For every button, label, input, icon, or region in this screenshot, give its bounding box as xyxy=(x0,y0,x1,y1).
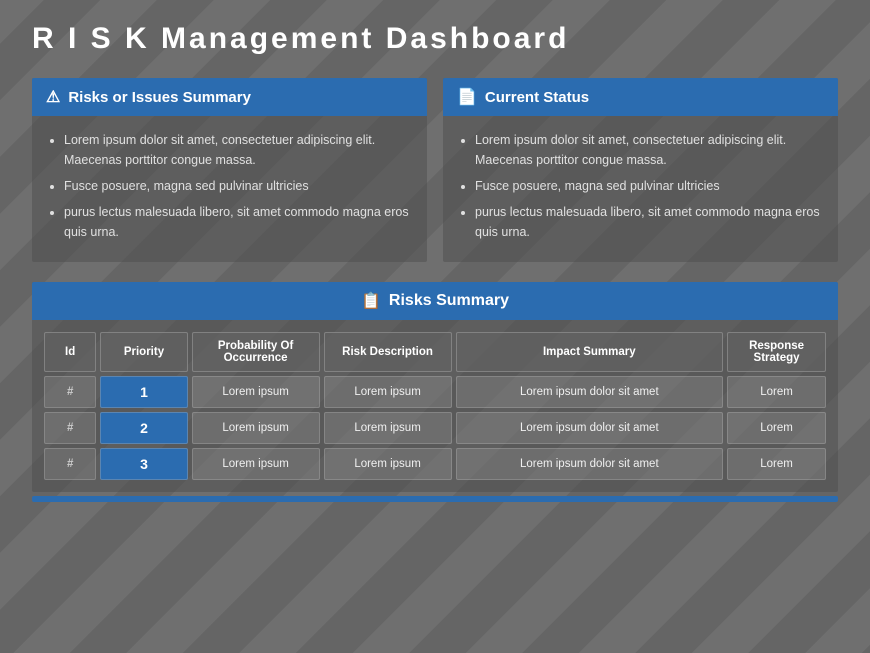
list-item: Fusce posuere, magna sed pulvinar ultric… xyxy=(64,176,411,196)
current-status-list: Lorem ipsum dolor sit amet, consectetuer… xyxy=(459,130,822,242)
risks-summary-section: 📋 Risks Summary Id Priority Probability … xyxy=(32,282,838,492)
cell-probability: Lorem ipsum xyxy=(192,376,320,408)
list-item: purus lectus malesuada libero, sit amet … xyxy=(64,202,411,242)
top-panels: ⚠ Risks or Issues Summary Lorem ipsum do… xyxy=(32,78,838,262)
document-icon: 📄 xyxy=(457,87,477,107)
clipboard-icon: 📋 xyxy=(361,291,381,311)
current-status-label: Current Status xyxy=(485,89,589,106)
current-status-header: 📄 Current Status xyxy=(443,78,838,116)
risks-issues-label: Risks or Issues Summary xyxy=(68,89,251,106)
cell-impact: Lorem ipsum dolor sit amet xyxy=(456,376,724,408)
list-item: Fusce posuere, magna sed pulvinar ultric… xyxy=(475,176,822,196)
risks-issues-panel: ⚠ Risks or Issues Summary Lorem ipsum do… xyxy=(32,78,427,262)
col-header-description: Risk Description xyxy=(324,332,452,372)
table-header-row: Id Priority Probability Of Occurrence Ri… xyxy=(44,332,826,372)
cell-id: # xyxy=(44,412,96,444)
cell-id: # xyxy=(44,376,96,408)
col-header-probability: Probability Of Occurrence xyxy=(192,332,320,372)
cell-priority: 3 xyxy=(100,448,187,480)
risks-summary-title: Risks Summary xyxy=(389,292,509,310)
cell-probability: Lorem ipsum xyxy=(192,412,320,444)
risks-summary-header: 📋 Risks Summary xyxy=(32,282,838,320)
list-item: Lorem ipsum dolor sit amet, consectetuer… xyxy=(475,130,822,170)
cell-response: Lorem xyxy=(727,412,826,444)
table-row: #3Lorem ipsumLorem ipsumLorem ipsum dolo… xyxy=(44,448,826,480)
cell-description: Lorem ipsum xyxy=(324,412,452,444)
cell-description: Lorem ipsum xyxy=(324,376,452,408)
risks-issues-list: Lorem ipsum dolor sit amet, consectetuer… xyxy=(48,130,411,242)
table-row: #1Lorem ipsumLorem ipsumLorem ipsum dolo… xyxy=(44,376,826,408)
current-status-panel: 📄 Current Status Lorem ipsum dolor sit a… xyxy=(443,78,838,262)
cell-priority: 2 xyxy=(100,412,187,444)
col-header-response: Response Strategy xyxy=(727,332,826,372)
cell-impact: Lorem ipsum dolor sit amet xyxy=(456,412,724,444)
page-title: R I S K Management Dashboard xyxy=(32,22,838,56)
col-header-impact: Impact Summary xyxy=(456,332,724,372)
risks-issues-body: Lorem ipsum dolor sit amet, consectetuer… xyxy=(32,116,427,262)
list-item: purus lectus malesuada libero, sit amet … xyxy=(475,202,822,242)
cell-response: Lorem xyxy=(727,376,826,408)
cell-impact: Lorem ipsum dolor sit amet xyxy=(456,448,724,480)
cell-response: Lorem xyxy=(727,448,826,480)
col-header-priority: Priority xyxy=(100,332,187,372)
risk-table: Id Priority Probability Of Occurrence Ri… xyxy=(32,320,838,492)
table-row: #2Lorem ipsumLorem ipsumLorem ipsum dolo… xyxy=(44,412,826,444)
cell-priority: 1 xyxy=(100,376,187,408)
cell-probability: Lorem ipsum xyxy=(192,448,320,480)
cell-id: # xyxy=(44,448,96,480)
risks-issues-header: ⚠ Risks or Issues Summary xyxy=(32,78,427,116)
current-status-body: Lorem ipsum dolor sit amet, consectetuer… xyxy=(443,116,838,262)
bottom-bar xyxy=(32,496,838,502)
warning-icon: ⚠ xyxy=(46,87,60,107)
list-item: Lorem ipsum dolor sit amet, consectetuer… xyxy=(64,130,411,170)
cell-description: Lorem ipsum xyxy=(324,448,452,480)
col-header-id: Id xyxy=(44,332,96,372)
